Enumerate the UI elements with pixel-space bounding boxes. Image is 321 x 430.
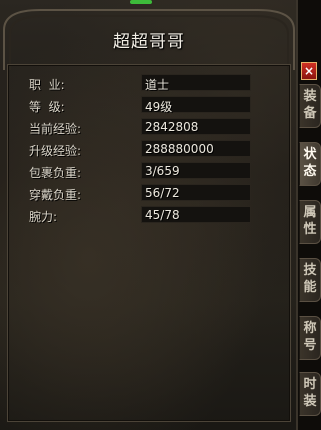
stat-label: 穿戴负重:: [29, 188, 82, 202]
character-panel: 超超哥哥 职 业: 道士 等 级: 49级 当前经验: 2842808 升级经验…: [0, 0, 298, 430]
stat-row-wrist-strength: 腕力: 45/78: [0, 206, 298, 224]
tab-char: 时: [303, 377, 317, 392]
tab-attributes[interactable]: 属 性: [299, 200, 321, 244]
tab-char: 态: [303, 164, 317, 179]
tab-char: 备: [303, 106, 317, 121]
stat-label: 职 业:: [29, 78, 65, 92]
tab-char: 属: [303, 205, 317, 220]
stat-value-box: 56/72: [141, 184, 251, 201]
stat-value: 45/78: [145, 208, 180, 222]
tab-char: 状: [303, 147, 317, 162]
stat-row-bag-weight: 包裹负重: 3/659: [0, 162, 298, 180]
stat-value: 288880000: [145, 142, 214, 156]
tab-equipment[interactable]: 装 备: [299, 84, 321, 128]
stat-value: 2842808: [145, 120, 199, 134]
stat-value-box: 288880000: [141, 140, 251, 157]
stat-label: 等 级:: [29, 100, 65, 114]
tab-char: 称: [303, 321, 317, 336]
stat-label: 腕力:: [29, 210, 58, 224]
stat-row-profession: 职 业: 道士: [0, 74, 298, 92]
tab-char: 号: [303, 338, 317, 353]
tab-status[interactable]: 状 态: [299, 142, 321, 186]
tab-char: 性: [303, 222, 317, 237]
stat-label: 当前经验:: [29, 122, 82, 136]
tab-char: 装: [303, 89, 317, 104]
stat-row-wear-weight: 穿戴负重: 56/72: [0, 184, 298, 202]
stat-row-current-exp: 当前经验: 2842808: [0, 118, 298, 136]
stat-value-box: 道士: [141, 74, 251, 92]
stat-value-box: 2842808: [141, 118, 251, 135]
stat-label: 升级经验:: [29, 144, 82, 158]
stat-label: 包裹负重:: [29, 166, 82, 180]
stat-row-levelup-exp: 升级经验: 288880000: [0, 140, 298, 158]
stat-value: 49级: [145, 100, 173, 114]
tab-char: 能: [303, 280, 317, 295]
tab-fashion[interactable]: 时 装: [299, 372, 321, 416]
close-button[interactable]: ×: [301, 62, 317, 80]
tab-char: 技: [303, 263, 317, 278]
stat-value-box: 45/78: [141, 206, 251, 223]
stat-value: 道士: [145, 78, 170, 92]
stat-value: 56/72: [145, 186, 180, 200]
tab-char: 装: [303, 394, 317, 409]
stat-value: 3/659: [145, 164, 180, 178]
tab-titles[interactable]: 称 号: [299, 316, 321, 360]
character-name-title: 超超哥哥: [113, 32, 185, 52]
tab-skills[interactable]: 技 能: [299, 258, 321, 302]
stat-value-box: 49级: [141, 96, 251, 114]
stat-value-box: 3/659: [141, 162, 251, 179]
stat-row-level: 等 级: 49级: [0, 96, 298, 114]
